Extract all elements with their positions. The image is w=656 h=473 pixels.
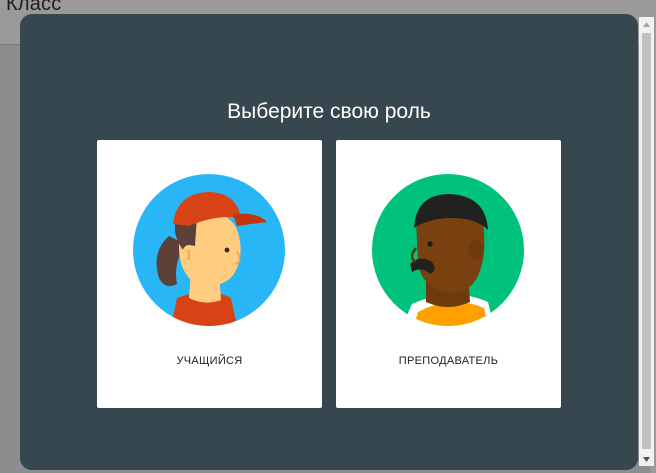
dialog-title: Выберите свою роль — [227, 100, 431, 123]
teacher-role-label: ПРЕПОДАВАТЕЛЬ — [398, 355, 499, 367]
scroll-up-icon[interactable] — [639, 17, 654, 31]
vertical-scrollbar[interactable] — [639, 17, 654, 466]
student-role-card[interactable]: УЧАЩИЙСЯ — [97, 140, 322, 408]
teacher-role-card[interactable]: ПРЕПОДАВАТЕЛЬ — [336, 140, 561, 408]
teacher-avatar-icon — [372, 174, 524, 326]
student-role-label: УЧАЩИЙСЯ — [176, 355, 243, 367]
student-avatar-icon — [133, 174, 285, 326]
scroll-down-icon[interactable] — [639, 452, 654, 466]
role-selection-dialog: Выберите свою роль УЧАЩИЙСЯ ПРЕПОДАВАТЕЛ… — [20, 14, 638, 470]
scrollbar-thumb[interactable] — [642, 33, 651, 449]
